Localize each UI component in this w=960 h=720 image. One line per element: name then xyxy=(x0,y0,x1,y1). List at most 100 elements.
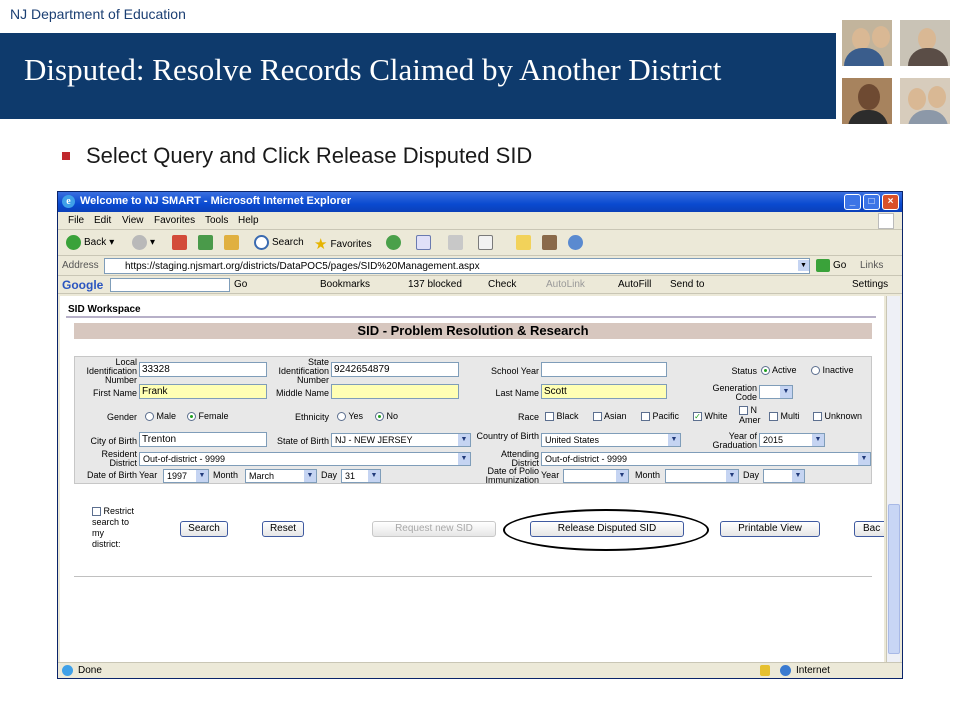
dob-day-select[interactable]: 31 ▼ xyxy=(341,469,381,483)
go-arrow-icon[interactable] xyxy=(816,259,830,272)
google-search-input[interactable] xyxy=(110,278,230,292)
dob-month-label: Month xyxy=(213,470,239,480)
race-unknown-checkbox[interactable]: Unknown xyxy=(813,411,862,422)
menu-edit[interactable]: Edit xyxy=(94,215,111,226)
favorites-button[interactable]: ★ Favorites xyxy=(314,235,372,253)
url-field[interactable]: https://staging.njsmart.org/districts/Da… xyxy=(104,258,810,274)
status-inactive-radio[interactable]: Inactive xyxy=(811,365,854,376)
google-go-button[interactable]: Go xyxy=(234,279,247,290)
race-pacific-label: Pacific xyxy=(652,411,680,421)
back-button[interactable]: Back ▾ xyxy=(66,235,114,250)
last-name-input[interactable]: Scott xyxy=(541,384,667,399)
radio-icon xyxy=(811,366,820,376)
state-id-input[interactable]: 9242654879 xyxy=(331,362,459,377)
restrict-label-4: district: xyxy=(92,539,121,549)
status-active-radio[interactable]: Active xyxy=(761,365,797,376)
race-multi-checkbox[interactable]: Multi xyxy=(769,411,800,422)
links-label[interactable]: Links xyxy=(860,260,883,271)
menu-help[interactable]: Help xyxy=(238,215,259,226)
state-of-birth-select[interactable]: NJ - NEW JERSEY ▼ xyxy=(331,433,471,447)
ethnicity-yes-radio[interactable]: Yes xyxy=(337,411,363,422)
race-n-amer-label-2: Amer xyxy=(739,415,761,426)
generation-code-select[interactable]: ▼ xyxy=(759,385,793,399)
folder-icon[interactable] xyxy=(516,235,531,250)
forward-button[interactable]: ▾ xyxy=(132,235,155,250)
restrict-search-checkbox[interactable]: Restrict search to my district: xyxy=(92,506,134,550)
gender-male-label: Male xyxy=(156,411,177,421)
resident-district-value: Out-of-district - 9999 xyxy=(143,454,226,464)
maximize-icon[interactable]: □ xyxy=(863,194,880,210)
request-new-sid-button[interactable]: Request new SID xyxy=(372,521,496,537)
stop-icon[interactable] xyxy=(172,235,187,250)
history-icon[interactable] xyxy=(386,235,401,250)
school-year-input[interactable] xyxy=(541,362,667,377)
menu-file[interactable]: File xyxy=(68,215,84,226)
checkbox-icon xyxy=(813,412,822,422)
chevron-down-icon: ▼ xyxy=(458,453,470,465)
race-asian-label: Asian xyxy=(604,411,627,421)
year-of-graduation-select[interactable]: 2015 ▼ xyxy=(759,433,825,447)
country-of-birth-select[interactable]: United States ▼ xyxy=(541,433,681,447)
popup-blocked-count[interactable]: 137 blocked xyxy=(408,279,462,290)
refresh-icon[interactable] xyxy=(198,235,213,250)
search-button[interactable]: Search xyxy=(254,235,304,250)
mail-icon[interactable] xyxy=(416,235,431,250)
checkbox-icon xyxy=(769,412,778,422)
home-icon[interactable] xyxy=(224,235,239,250)
menu-tools[interactable]: Tools xyxy=(205,215,228,226)
polio-month-select[interactable]: ▼ xyxy=(665,469,739,483)
polio-year-select[interactable]: ▼ xyxy=(563,469,629,483)
polio-day-select[interactable]: ▼ xyxy=(763,469,805,483)
checkbox-icon xyxy=(593,412,602,422)
status-active-label: Active xyxy=(772,365,797,375)
messenger-icon[interactable] xyxy=(568,235,583,250)
edit-icon[interactable] xyxy=(478,235,493,250)
send-to-button[interactable]: Send to xyxy=(670,279,704,290)
menu-view[interactable]: View xyxy=(122,215,144,226)
ethnicity-label: Ethnicity xyxy=(294,412,329,422)
race-white-checkbox[interactable]: ✓ White xyxy=(693,411,728,422)
attending-district-select[interactable]: Out-of-district - 9999 ▼ xyxy=(541,452,871,466)
race-n-amer-checkbox[interactable]: N Amer xyxy=(739,405,761,425)
local-id-label: Local Identification Number xyxy=(86,357,137,385)
address-dropdown-icon[interactable]: ▼ xyxy=(798,260,809,271)
slide-title: Disputed: Resolve Records Claimed by Ano… xyxy=(24,52,722,87)
race-black-checkbox[interactable]: Black xyxy=(545,411,579,422)
local-id-input[interactable]: 33328 xyxy=(139,362,267,377)
checkmark-icon: ✓ xyxy=(693,412,702,422)
ethnicity-no-radio[interactable]: No xyxy=(375,411,398,422)
restrict-label-3: my xyxy=(92,528,104,538)
spellcheck-button[interactable]: Check xyxy=(488,279,516,290)
close-icon[interactable]: × xyxy=(882,194,899,210)
resident-district-label: Resident District xyxy=(101,449,137,468)
resident-district-select[interactable]: Out-of-district - 9999 ▼ xyxy=(139,452,471,466)
vertical-scrollbar[interactable] xyxy=(886,296,900,662)
title-bar: e Welcome to NJ SMART - Microsoft Intern… xyxy=(58,192,902,212)
dob-month-select[interactable]: March ▼ xyxy=(245,469,317,483)
radio-selected-icon xyxy=(187,412,196,422)
middle-name-input[interactable] xyxy=(331,384,459,399)
race-asian-checkbox[interactable]: Asian xyxy=(593,411,627,422)
settings-button[interactable]: Settings xyxy=(852,279,888,290)
print-icon[interactable] xyxy=(448,235,463,250)
research-icon[interactable] xyxy=(542,235,557,250)
race-pacific-checkbox[interactable]: Pacific xyxy=(641,411,680,422)
gender-male-radio[interactable]: Male xyxy=(145,411,177,422)
go-button[interactable]: Go xyxy=(833,260,846,271)
city-of-birth-input[interactable]: Trenton xyxy=(139,432,267,447)
menu-favorites[interactable]: Favorites xyxy=(154,215,195,226)
bookmarks-button[interactable]: Bookmarks xyxy=(320,279,370,290)
minimize-icon[interactable]: _ xyxy=(844,194,861,210)
reset-button[interactable]: Reset xyxy=(262,521,304,537)
search-button[interactable]: Search xyxy=(180,521,228,537)
first-name-input[interactable]: Frank xyxy=(139,384,267,399)
printable-view-button[interactable]: Printable View xyxy=(720,521,820,537)
restrict-label-2: search to xyxy=(92,517,130,527)
autolink-button[interactable]: AutoLink xyxy=(546,279,585,290)
dob-year-select[interactable]: 1997 ▼ xyxy=(163,469,209,483)
back-page-button[interactable]: Bac xyxy=(854,521,884,537)
globe-icon xyxy=(780,665,791,676)
scrollbar-thumb[interactable] xyxy=(888,504,900,654)
gender-female-radio[interactable]: Female xyxy=(187,411,229,422)
autofill-button[interactable]: AutoFill xyxy=(618,279,651,290)
